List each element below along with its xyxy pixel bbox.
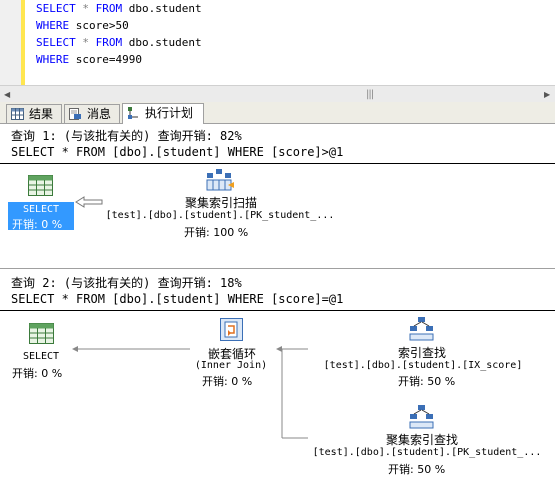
code-line-1: SELECT * FROM dbo.student bbox=[36, 2, 202, 15]
select-icon[interactable] bbox=[29, 323, 55, 345]
clustered-index-seek-label: 聚集索引查找 bbox=[385, 433, 458, 447]
query1-sql: SELECT * FROM [dbo].[student] WHERE [sco… bbox=[11, 145, 344, 159]
scroll-left-arrow-icon[interactable]: ◀ bbox=[4, 90, 10, 99]
tab-messages[interactable]: 消息 bbox=[64, 104, 120, 123]
select-icon[interactable] bbox=[28, 175, 54, 197]
query2-header: 查询 2: (与该批有关的) 查询开销: 18% bbox=[11, 276, 242, 290]
clustered-index-scan-object: [test].[dbo].[student].[PK_student_... bbox=[105, 210, 335, 221]
clustered-index-seek-cost: 开销: 50 % bbox=[388, 463, 446, 476]
query1-header: 查询 1: (与该批有关的) 查询开销: 82% bbox=[11, 129, 242, 143]
select-node-selection[interactable]: SELECT 开销: 0 % bbox=[8, 202, 74, 231]
code-line-2: WHERE score>50 bbox=[36, 19, 129, 32]
execution-plan-icon bbox=[128, 107, 138, 119]
code-line-3: SELECT * FROM dbo.student bbox=[36, 36, 202, 49]
message-icon bbox=[69, 108, 81, 120]
index-seek-icon[interactable] bbox=[408, 316, 436, 342]
q2-select-label: SELECT bbox=[22, 351, 60, 362]
editor-horizontal-scrollbar[interactable]: ◀ ||| ▶ bbox=[0, 85, 555, 102]
tab-results[interactable]: 结果 bbox=[6, 104, 62, 123]
editor-change-margin bbox=[21, 0, 25, 85]
clustered-index-seek-object: [test].[dbo].[student].[PK_student_... bbox=[312, 447, 542, 458]
query1-separator bbox=[0, 163, 555, 164]
plan-connectors bbox=[72, 346, 308, 439]
nested-loops-cost: 开销: 0 % bbox=[202, 375, 253, 388]
query2-separator bbox=[0, 310, 555, 311]
tab-execution-plan-label: 执行计划 bbox=[145, 106, 194, 120]
query-divider bbox=[0, 268, 555, 269]
select-node-cost: 开销: 0 % bbox=[12, 218, 63, 231]
q2-select-cost: 开销: 0 % bbox=[12, 367, 63, 380]
scroll-right-arrow-icon[interactable]: ▶ bbox=[544, 90, 550, 99]
scroll-thumb-grip-icon[interactable]: ||| bbox=[366, 89, 374, 100]
flow-arrow bbox=[75, 196, 103, 208]
nested-loops-join-type: (Inner Join) bbox=[194, 360, 268, 371]
tab-execution-plan[interactable]: 执行计划 bbox=[122, 103, 204, 124]
clustered-index-seek-icon[interactable] bbox=[408, 404, 436, 430]
editor-gutter bbox=[0, 0, 21, 85]
clustered-index-scan-cost: 开销: 100 % bbox=[184, 226, 249, 239]
index-seek-object: [test].[dbo].[student].[IX_score] bbox=[323, 360, 523, 371]
grid-icon bbox=[11, 108, 24, 120]
tab-results-label: 结果 bbox=[29, 107, 54, 121]
index-seek-cost: 开销: 50 % bbox=[398, 375, 456, 388]
nested-loops-icon[interactable] bbox=[220, 318, 244, 342]
index-seek-label: 索引查找 bbox=[397, 346, 446, 360]
code-line-4: WHERE score=4990 bbox=[36, 53, 142, 66]
tab-messages-label: 消息 bbox=[87, 107, 112, 121]
clustered-index-scan-label: 聚集索引扫描 bbox=[184, 196, 257, 210]
sql-editor[interactable]: SELECT * FROM dbo.student WHERE score>50… bbox=[0, 0, 555, 85]
query2-sql: SELECT * FROM [dbo].[student] WHERE [sco… bbox=[11, 292, 344, 306]
clustered-index-scan-icon[interactable] bbox=[205, 167, 235, 193]
select-node-label: SELECT bbox=[22, 204, 60, 215]
